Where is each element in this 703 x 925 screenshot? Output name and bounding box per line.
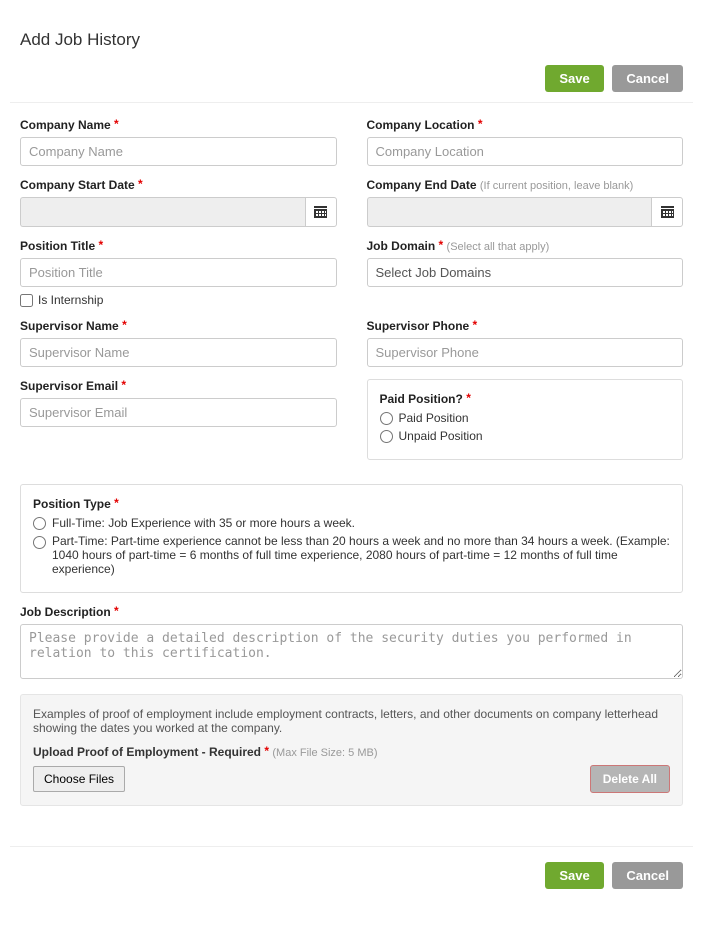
page-title: Add Job History — [20, 30, 683, 50]
paid-radio-label: Paid Position — [399, 411, 469, 425]
parttime-radio-label: Part-Time: Part-time experience cannot b… — [52, 534, 670, 576]
end-date-calendar-button[interactable] — [651, 197, 683, 227]
job-description-textarea[interactable] — [20, 624, 683, 679]
calendar-icon — [314, 206, 327, 218]
delete-all-button[interactable]: Delete All — [590, 765, 670, 793]
paid-radio[interactable] — [380, 412, 393, 425]
upload-intro-text: Examples of proof of employment include … — [33, 707, 670, 735]
fulltime-radio-label: Full-Time: Job Experience with 35 or mor… — [52, 516, 355, 530]
company-location-label: Company Location * — [367, 118, 684, 132]
supervisor-phone-input[interactable] — [367, 338, 684, 367]
start-date-calendar-button[interactable] — [305, 197, 337, 227]
supervisor-email-input[interactable] — [20, 398, 337, 427]
parttime-radio[interactable] — [33, 536, 46, 549]
choose-files-button[interactable]: Choose Files — [33, 766, 125, 792]
unpaid-radio-label: Unpaid Position — [399, 429, 483, 443]
cancel-button-top[interactable]: Cancel — [612, 65, 683, 92]
start-date-label: Company Start Date * — [20, 178, 337, 192]
upload-label: Upload Proof of Employment - Required * … — [33, 745, 670, 759]
position-title-input[interactable] — [20, 258, 337, 287]
is-internship-label: Is Internship — [38, 293, 103, 307]
job-domain-select[interactable]: Select Job Domains — [367, 258, 684, 287]
upload-panel: Examples of proof of employment include … — [20, 694, 683, 806]
calendar-icon — [661, 206, 674, 218]
end-date-input[interactable] — [367, 197, 652, 227]
supervisor-phone-label: Supervisor Phone * — [367, 319, 684, 333]
fulltime-radio[interactable] — [33, 517, 46, 530]
bottom-button-row: Save Cancel — [10, 846, 693, 904]
cancel-button-bottom[interactable]: Cancel — [612, 862, 683, 889]
job-domain-label: Job Domain * (Select all that apply) — [367, 239, 684, 253]
start-date-input[interactable] — [20, 197, 305, 227]
top-button-row: Save Cancel — [10, 60, 693, 103]
supervisor-email-label: Supervisor Email * — [20, 379, 337, 393]
job-description-label: Job Description * — [20, 605, 683, 619]
is-internship-checkbox[interactable] — [20, 294, 33, 307]
supervisor-name-label: Supervisor Name * — [20, 319, 337, 333]
paid-position-label: Paid Position? * — [380, 392, 671, 406]
unpaid-radio[interactable] — [380, 430, 393, 443]
company-location-input[interactable] — [367, 137, 684, 166]
supervisor-name-input[interactable] — [20, 338, 337, 367]
paid-position-panel: Paid Position? * Paid Position Unpaid Po… — [367, 379, 684, 460]
save-button-top[interactable]: Save — [545, 65, 603, 92]
position-type-panel: Position Type * Full-Time: Job Experienc… — [20, 484, 683, 593]
end-date-label: Company End Date (If current position, l… — [367, 178, 684, 192]
save-button-bottom[interactable]: Save — [545, 862, 603, 889]
company-name-label: Company Name * — [20, 118, 337, 132]
company-name-input[interactable] — [20, 137, 337, 166]
position-type-label: Position Type * — [33, 497, 670, 511]
position-title-label: Position Title * — [20, 239, 337, 253]
